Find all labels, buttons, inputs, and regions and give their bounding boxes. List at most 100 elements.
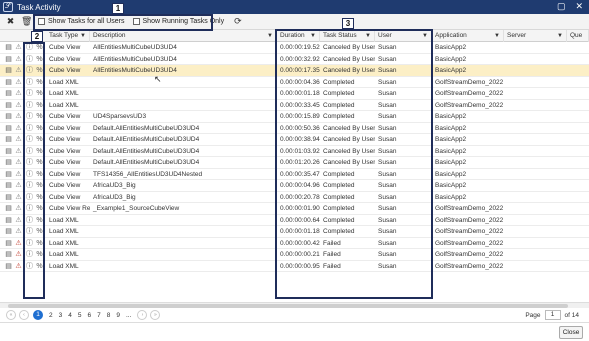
header-queue[interactable]: Que xyxy=(567,30,589,42)
cell-description: AllEntitiesMultiCubeUD3UD4 xyxy=(93,67,177,74)
warning-icon[interactable]: ⚠ xyxy=(14,250,23,259)
warning-icon[interactable]: ⚠ xyxy=(14,181,23,190)
pager: « ‹ 1 2 3 4 5 6 7 8 9... › » Page 1 of 14 xyxy=(0,308,589,322)
warning-icon[interactable]: ⚠ xyxy=(14,135,23,144)
task-detail-icon[interactable]: ▤ xyxy=(4,147,13,156)
warning-icon[interactable]: ⚠ xyxy=(14,147,23,156)
cell-task-type: Cube View xyxy=(49,136,81,143)
page-link[interactable]: 3 xyxy=(59,312,63,319)
cell-description: AllEntitiesMultiCubeUD3UD4 xyxy=(93,55,177,63)
task-detail-icon[interactable]: ▤ xyxy=(4,89,13,98)
warning-icon[interactable]: ⚠ xyxy=(14,216,23,225)
page-link[interactable]: 9 xyxy=(116,312,120,319)
task-detail-icon[interactable]: ▤ xyxy=(4,66,13,75)
cancel-task-icon[interactable]: ✖ xyxy=(6,16,15,27)
cell-application: GolfStreamDemo_2022 xyxy=(435,239,504,247)
cell-application: BasicApp2 xyxy=(435,147,467,155)
task-detail-icon[interactable]: ▤ xyxy=(4,101,13,110)
warning-icon[interactable]: ⚠ xyxy=(14,227,23,236)
page-link[interactable]: 6 xyxy=(88,312,92,319)
cell-description: Default.AllEntitiesMultiCubeUD3UD4 xyxy=(93,136,200,143)
task-detail-icon[interactable]: ▤ xyxy=(4,239,13,248)
task-detail-icon[interactable]: ▤ xyxy=(4,158,13,167)
next-page-button[interactable]: › xyxy=(137,310,148,320)
task-detail-icon[interactable]: ▤ xyxy=(4,43,13,52)
header-application[interactable]: Application ▼ xyxy=(432,30,504,42)
cell-application: BasicApp2 xyxy=(435,113,467,120)
warning-icon[interactable]: ⚠ xyxy=(14,170,23,179)
page-current[interactable]: 1 xyxy=(33,310,43,320)
cell-application: BasicApp2 xyxy=(435,124,467,132)
task-detail-icon[interactable]: ▤ xyxy=(4,181,13,190)
page-link[interactable]: 5 xyxy=(78,312,82,319)
delete-icon[interactable]: 🗑 xyxy=(21,16,32,27)
task-detail-icon[interactable]: ▤ xyxy=(4,193,13,202)
header-task-type[interactable]: Task Type ▼ xyxy=(46,30,90,42)
task-detail-icon[interactable]: ▤ xyxy=(4,112,13,121)
task-detail-icon[interactable]: ▤ xyxy=(4,216,13,225)
task-detail-icon[interactable]: ▤ xyxy=(4,170,13,179)
page-link[interactable]: 2 xyxy=(49,312,53,319)
cell-description: _Example1_SourceCubeView xyxy=(93,205,180,212)
cell-description xyxy=(90,100,277,111)
warning-icon[interactable]: ⚠ xyxy=(14,101,23,110)
close-button[interactable]: Close xyxy=(559,326,583,339)
warning-icon[interactable]: ⚠ xyxy=(14,239,23,248)
task-detail-icon[interactable]: ▤ xyxy=(4,55,13,64)
page-link[interactable]: 7 xyxy=(97,312,101,319)
cell-task-type: Load XML xyxy=(49,90,79,97)
restore-icon[interactable]: ▢ xyxy=(557,1,566,12)
last-page-button[interactable]: » xyxy=(150,310,161,320)
warning-icon[interactable]: ⚠ xyxy=(14,112,23,121)
cell-description xyxy=(90,226,277,237)
page-input[interactable]: 1 xyxy=(544,310,561,320)
cell-task-type: Cube View xyxy=(49,124,81,132)
header-description[interactable]: Description ▼ xyxy=(90,30,277,42)
task-detail-icon[interactable]: ▤ xyxy=(4,227,13,236)
page-link[interactable]: ... xyxy=(126,312,131,319)
cell-application: GolfStreamDemo_2022 xyxy=(435,262,504,270)
task-detail-icon[interactable]: ▤ xyxy=(4,250,13,259)
warning-icon[interactable]: ⚠ xyxy=(14,158,23,167)
first-page-button[interactable]: « xyxy=(6,310,16,320)
task-detail-icon[interactable]: ▤ xyxy=(4,124,13,133)
cell-task-type: Cube View xyxy=(49,170,81,178)
warning-icon[interactable]: ⚠ xyxy=(14,193,23,202)
filter-icon[interactable]: ▼ xyxy=(557,30,563,42)
refresh-icon[interactable]: ⟳ xyxy=(234,16,242,27)
close-icon[interactable]: ✕ xyxy=(575,1,583,12)
cell-application: BasicApp2 xyxy=(435,159,467,166)
filter-icon[interactable]: ▼ xyxy=(494,30,500,42)
warning-icon[interactable]: ⚠ xyxy=(14,43,23,52)
task-detail-icon[interactable]: ▤ xyxy=(4,135,13,144)
cell-task-type: Cube View xyxy=(49,113,81,120)
warning-icon[interactable]: ⚠ xyxy=(14,262,23,271)
header-server[interactable]: Server ▼ xyxy=(504,30,567,42)
task-detail-icon[interactable]: ▤ xyxy=(4,204,13,213)
page-link[interactable]: 8 xyxy=(107,312,111,319)
warning-icon[interactable]: ⚠ xyxy=(14,78,23,87)
cell-application: GolfStreamDemo_2022 xyxy=(435,78,504,86)
cell-application: GolfStreamDemo_2022 xyxy=(435,216,504,224)
prev-page-button[interactable]: ‹ xyxy=(19,310,29,320)
page-link[interactable]: 4 xyxy=(68,312,72,319)
warning-icon[interactable]: ⚠ xyxy=(14,55,23,64)
cell-application: BasicApp2 xyxy=(435,67,467,74)
warning-icon[interactable]: ⚠ xyxy=(14,66,23,75)
cell-description: UD4SparsevsUD3 xyxy=(93,113,147,120)
warning-icon[interactable]: ⚠ xyxy=(14,89,23,98)
warning-icon[interactable]: ⚠ xyxy=(14,124,23,133)
task-detail-icon[interactable]: ▤ xyxy=(4,262,13,271)
warning-icon[interactable]: ⚠ xyxy=(14,204,23,213)
cell-task-type: Cube View xyxy=(49,67,81,74)
footer: Close xyxy=(0,322,589,341)
cell-task-type: Load XML xyxy=(49,251,79,258)
filter-icon[interactable]: ▼ xyxy=(80,30,86,42)
window-title: Task Activity xyxy=(17,2,61,12)
cell-description: AfricaUD3_Big xyxy=(93,182,136,189)
cell-task-type: Load XML xyxy=(49,239,79,247)
task-detail-icon[interactable]: ▤ xyxy=(4,78,13,87)
filter-icon[interactable]: ▼ xyxy=(267,30,273,42)
cell-task-type: Load XML xyxy=(49,228,79,235)
cell-task-type: Load XML xyxy=(49,216,79,224)
